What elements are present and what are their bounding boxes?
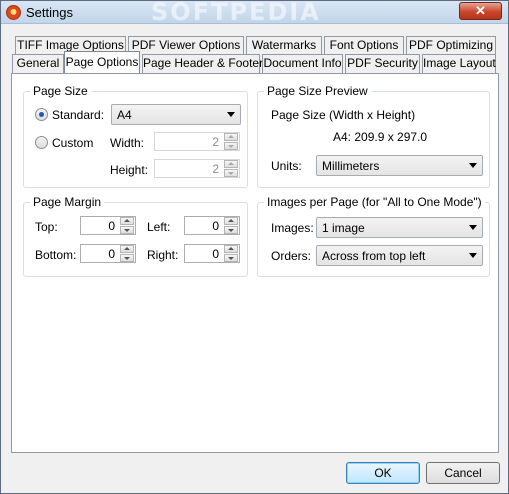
ok-button[interactable]: OK [346,462,420,484]
tab-page-header-footer[interactable]: Page Header & Footer [142,54,263,73]
spin-down-icon[interactable] [224,169,238,177]
tab-image-layout[interactable]: Image Layout [422,54,496,73]
spin-up-icon[interactable] [224,245,238,253]
width-label: Width: [110,136,145,150]
page-options-panel: Page Size Standard: A4 Custom Width: 2 H… [11,73,499,453]
units-dropdown[interactable]: Millimeters [316,155,483,176]
spin-down-icon[interactable] [120,254,134,262]
orders-value: Across from top left [322,249,426,263]
close-button[interactable]: ✕ [459,2,502,20]
page-size-preview-group: Page Size Preview Page Size (Width x Hei… [257,84,490,188]
units-label: Units: [271,159,302,173]
tab-general[interactable]: General [12,54,64,73]
left-margin-spinner[interactable]: 0 [184,216,240,235]
width-spinner[interactable]: 2 [154,132,240,151]
watermark-text: SOFTPEDIA [151,0,321,26]
standard-size-value: A4 [117,108,132,122]
spin-up-icon[interactable] [120,217,134,225]
orders-dropdown[interactable]: Across from top left [316,245,483,266]
standard-label: Standard: [52,108,105,122]
cancel-button[interactable]: Cancel [426,462,500,484]
page-margin-group: Page Margin Top: 0 Left: 0 Bottom: 0 Rig… [23,195,248,277]
page-size-preview-title: Page Size Preview [264,84,371,98]
width-value: 2 [212,135,219,149]
orders-label: Orders: [271,249,312,263]
spin-down-icon[interactable] [224,254,238,262]
spin-down-icon[interactable] [224,142,238,150]
spin-down-icon[interactable] [224,226,238,234]
height-spinner[interactable]: 2 [154,159,240,178]
units-value: Millimeters [322,159,380,173]
spin-down-icon[interactable] [120,226,134,234]
radio-selected-dot [39,112,44,117]
left-margin-label: Left: [147,220,171,234]
images-per-page-title: Images per Page (for "All to One Mode") [264,195,485,209]
top-margin-value: 0 [108,219,115,233]
top-margin-spinner[interactable]: 0 [80,216,136,235]
title-bar[interactable]: Settings SOFTPEDIA ✕ [1,0,508,26]
right-margin-label: Right: [147,248,179,262]
page-margin-title: Page Margin [30,195,105,209]
preview-value: A4: 209.9 x 297.0 [333,130,428,144]
app-icon [6,5,21,20]
right-margin-value: 0 [212,247,219,261]
spin-up-icon[interactable] [120,245,134,253]
standard-size-dropdown[interactable]: A4 [111,104,241,125]
tab-pdf-viewer-options[interactable]: PDF Viewer Options [128,36,244,55]
settings-window: Settings SOFTPEDIA ✕ TIFF Image Options … [0,0,509,494]
tab-watermarks[interactable]: Watermarks [246,36,322,55]
spin-up-icon[interactable] [224,133,238,141]
tab-page-options[interactable]: Page Options [64,51,140,73]
chevron-down-icon [469,253,477,258]
standard-radio[interactable] [35,108,48,121]
custom-label: Custom [52,136,94,150]
images-per-page-group: Images per Page (for "All to One Mode") … [257,195,490,277]
custom-radio[interactable] [35,136,48,149]
spin-up-icon[interactable] [224,217,238,225]
window-title: Settings [26,5,73,20]
bottom-margin-label: Bottom: [35,248,77,262]
images-value: 1 image [322,221,365,235]
bottom-margin-value: 0 [108,247,115,261]
bottom-margin-spinner[interactable]: 0 [80,244,136,263]
spin-up-icon[interactable] [224,160,238,168]
chevron-down-icon [469,225,477,230]
page-size-group: Page Size Standard: A4 Custom Width: 2 H… [23,84,248,188]
page-size-title: Page Size [30,84,91,98]
tab-font-options[interactable]: Font Options [324,36,404,55]
images-dropdown[interactable]: 1 image [316,217,483,238]
right-margin-spinner[interactable]: 0 [184,244,240,263]
height-value: 2 [212,162,219,176]
height-label: Height: [110,163,149,177]
top-margin-label: Top: [35,220,58,234]
preview-caption: Page Size (Width x Height) [271,108,416,122]
chevron-down-icon [227,112,235,117]
images-label: Images: [271,221,314,235]
tab-pdf-optimizing[interactable]: PDF Optimizing [406,36,496,55]
tab-document-info[interactable]: Document Info [262,54,343,73]
chevron-down-icon [469,163,477,168]
tab-pdf-security[interactable]: PDF Security [345,54,420,73]
left-margin-value: 0 [212,219,219,233]
